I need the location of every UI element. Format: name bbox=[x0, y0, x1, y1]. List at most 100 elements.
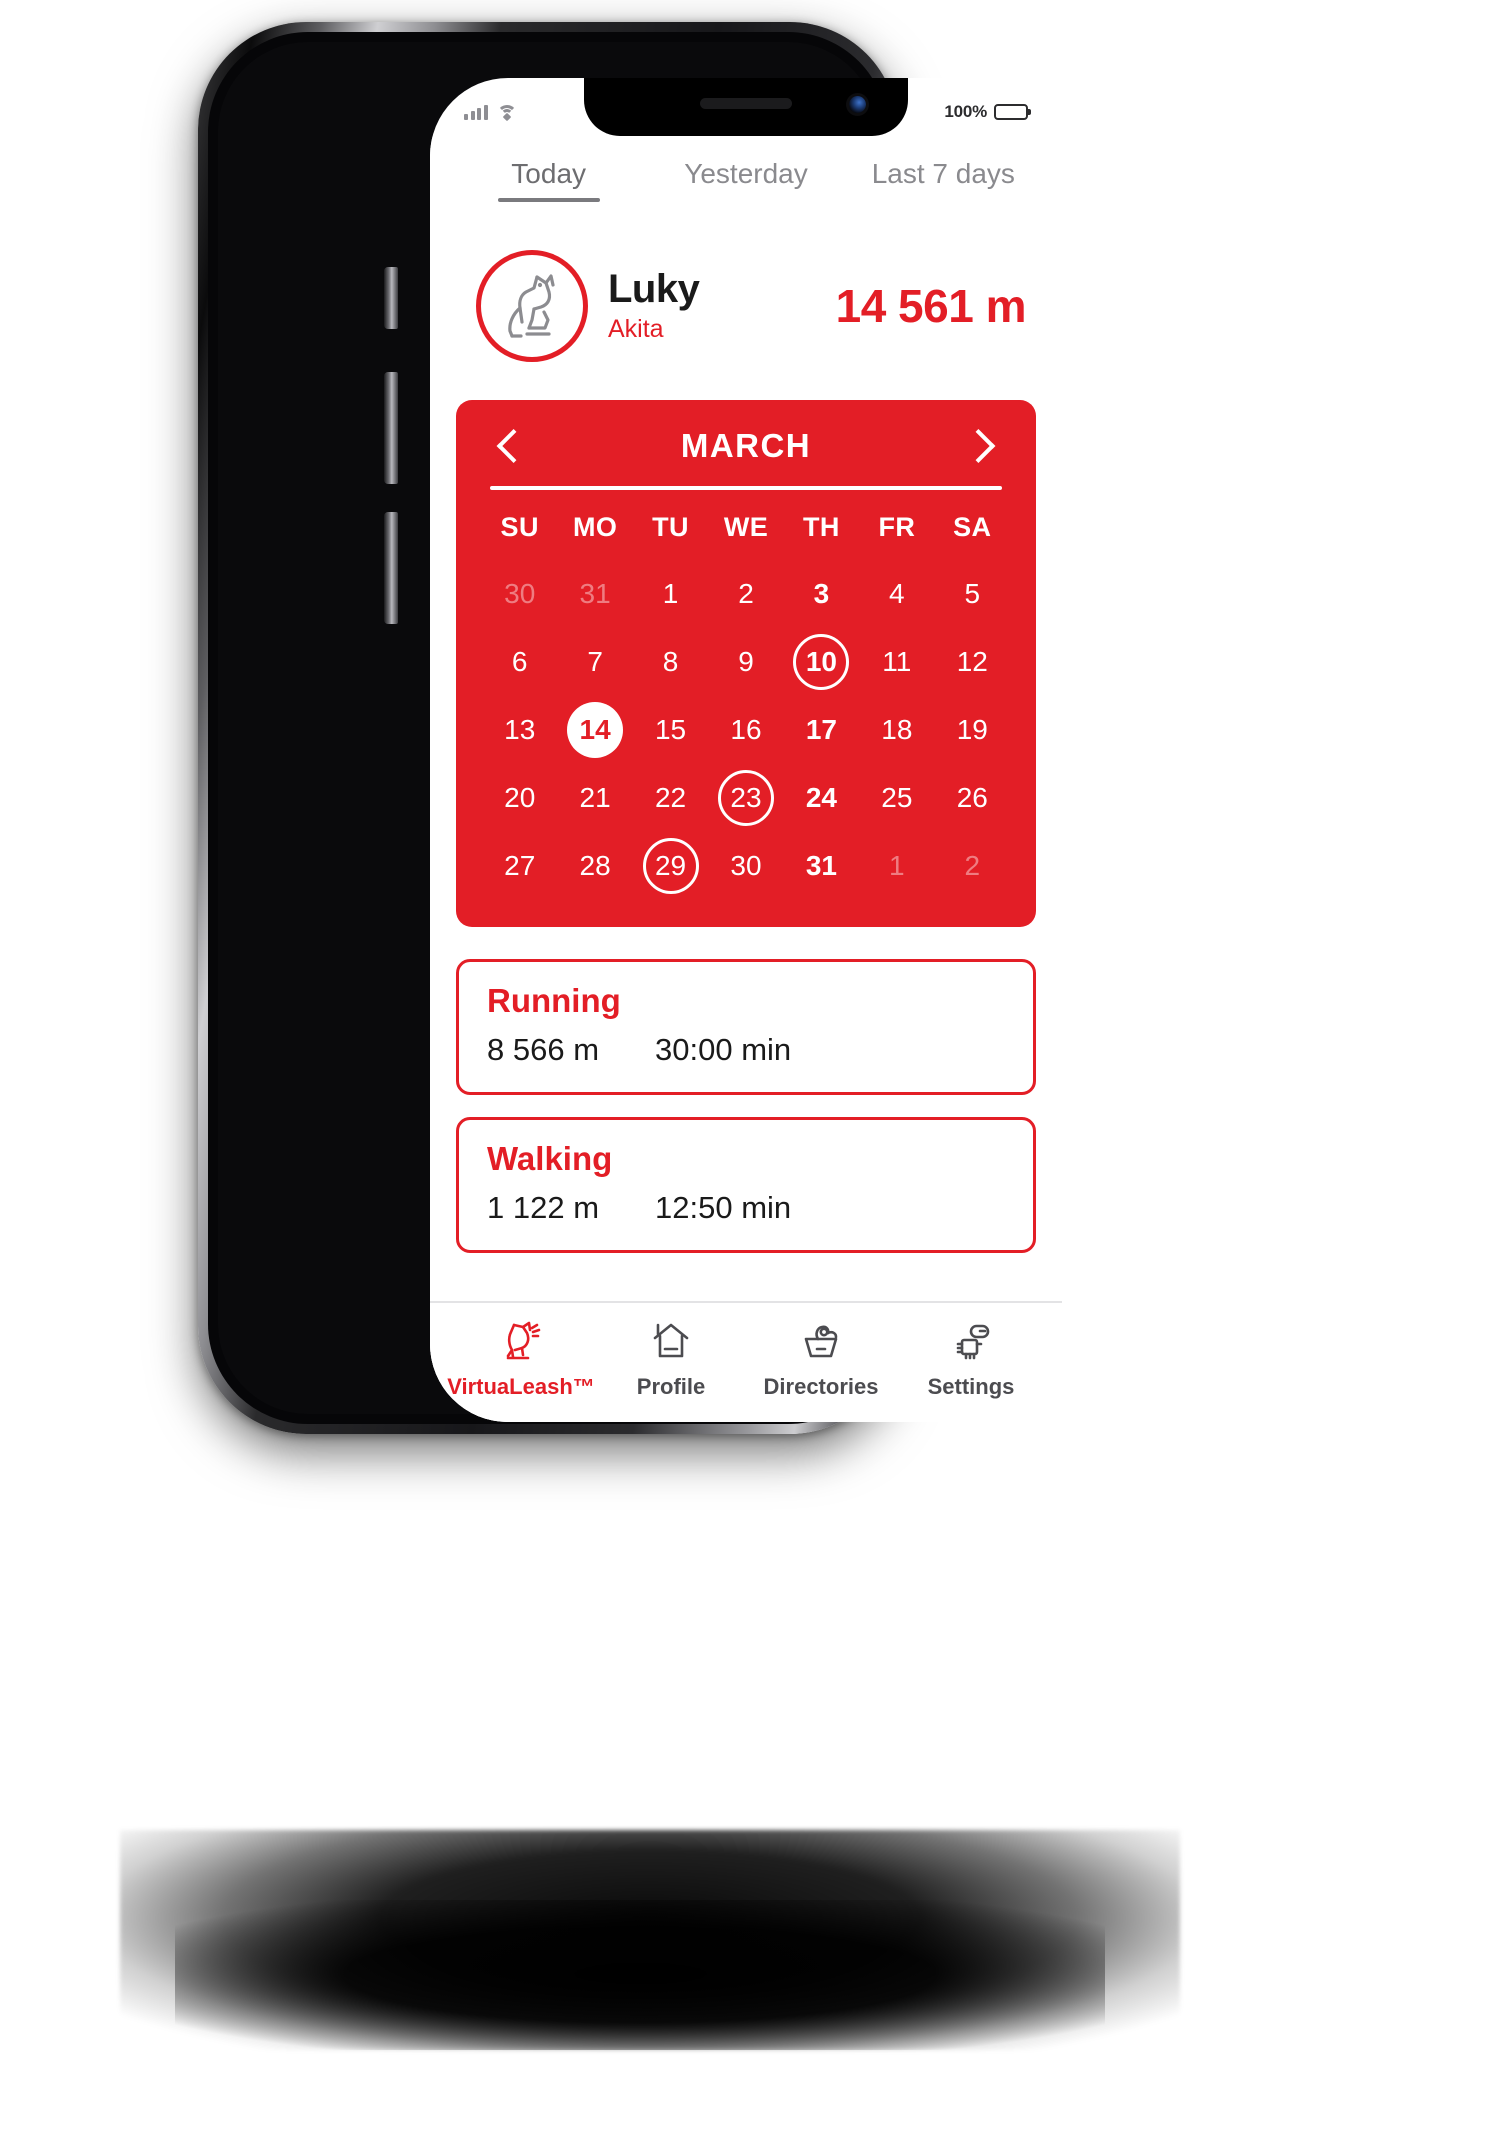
calendar-day-cell[interactable]: 18 bbox=[859, 699, 934, 761]
calendar-day-number: 22 bbox=[654, 782, 687, 813]
status-bar-right: 100% bbox=[944, 92, 1028, 122]
calendar-day-cell[interactable]: 15 bbox=[633, 699, 708, 761]
calendar-day-cell[interactable]: 22 bbox=[633, 767, 708, 829]
calendar-day-cell[interactable]: 24 bbox=[784, 767, 859, 829]
calendar-day-cell[interactable]: 2 bbox=[708, 563, 783, 625]
calendar-day-cell[interactable]: 1 bbox=[859, 835, 934, 897]
calendar-day-cell[interactable]: 10 bbox=[784, 631, 859, 693]
calendar-day-number: 25 bbox=[881, 782, 913, 813]
calendar-day-cell[interactable]: 7 bbox=[557, 631, 632, 693]
activity-duration: 12:50 min bbox=[655, 1190, 792, 1225]
weekday-header: MO bbox=[572, 512, 618, 542]
activity-stats: 1 122 m 12:50 min bbox=[487, 1190, 1005, 1226]
calendar-day-number: 16 bbox=[730, 714, 762, 745]
calendar-day-cell[interactable]: 6 bbox=[482, 631, 557, 693]
calendar-divider bbox=[490, 486, 1002, 490]
calendar-day-cell[interactable]: 9 bbox=[708, 631, 783, 693]
tab-today[interactable]: Today bbox=[450, 158, 647, 202]
battery-percent-label: 100% bbox=[944, 102, 987, 121]
calendar-day-number: 13 bbox=[504, 714, 536, 745]
chevron-right-icon[interactable] bbox=[962, 426, 1002, 466]
calendar-day-number: 4 bbox=[889, 578, 905, 609]
calendar-day-cell[interactable]: 3 bbox=[784, 563, 859, 625]
calendar-day-cell[interactable]: 23 bbox=[708, 767, 783, 829]
calendar-day-cell[interactable]: 21 bbox=[557, 767, 632, 829]
calendar-day-number: 11 bbox=[882, 646, 912, 677]
activity-card-walking[interactable]: Walking 1 122 m 12:50 min bbox=[456, 1117, 1036, 1253]
pet-name: Luky bbox=[608, 267, 700, 312]
nav-item-directories[interactable]: Directories bbox=[746, 1317, 896, 1400]
calendar-day-number: 27 bbox=[504, 850, 536, 881]
nav-item-profile[interactable]: Profile bbox=[596, 1317, 746, 1400]
phone-device-frame: 100% Today Yesterday Last 7 days Luky Ak… bbox=[198, 22, 1062, 1434]
activity-cards: Running 8 566 m 30:00 min Walking 1 122 … bbox=[430, 927, 1062, 1253]
calendar-day-cell[interactable]: 28 bbox=[557, 835, 632, 897]
calendar-day-cell[interactable]: 20 bbox=[482, 767, 557, 829]
chevron-left-icon[interactable] bbox=[490, 426, 530, 466]
calendar-day-number: 31 bbox=[579, 578, 611, 609]
calendar-day-cell[interactable]: 19 bbox=[935, 699, 1010, 761]
calendar-day-cell[interactable]: 13 bbox=[482, 699, 557, 761]
pet-summary-header: Luky Akita 14 561 m bbox=[430, 202, 1062, 362]
calendar-day-number: 21 bbox=[579, 782, 611, 813]
calendar-day-cell[interactable]: 12 bbox=[935, 631, 1010, 693]
chip-tag-icon bbox=[945, 1317, 997, 1365]
food-bowl-icon bbox=[795, 1317, 847, 1365]
calendar-day-cell[interactable]: 4 bbox=[859, 563, 934, 625]
calendar-day-cell[interactable]: 5 bbox=[935, 563, 1010, 625]
phone-screen: 100% Today Yesterday Last 7 days Luky Ak… bbox=[430, 78, 1062, 1422]
calendar-day-cell[interactable]: 29 bbox=[633, 835, 708, 897]
calendar-day-number: 9 bbox=[738, 646, 754, 677]
screenshot-canvas: 100% Today Yesterday Last 7 days Luky Ak… bbox=[0, 0, 1493, 2130]
weekday-header: WE bbox=[723, 512, 769, 542]
calendar-day-cell[interactable]: 17 bbox=[784, 699, 859, 761]
activity-distance: 1 122 m bbox=[487, 1190, 600, 1225]
calendar-day-number: 15 bbox=[654, 714, 687, 745]
weekday-header: SU bbox=[500, 512, 539, 542]
calendar-day-cell[interactable]: 26 bbox=[935, 767, 1010, 829]
total-distance-value: 14 561 m bbox=[835, 280, 1027, 332]
calendar-day-number: 24 bbox=[805, 782, 837, 813]
calendar-day-cell[interactable]: 11 bbox=[859, 631, 934, 693]
tab-last-7-days[interactable]: Last 7 days bbox=[845, 158, 1042, 202]
calendar-day-cell[interactable]: 25 bbox=[859, 767, 934, 829]
calendar-day-cell[interactable]: 27 bbox=[482, 835, 557, 897]
battery-icon bbox=[994, 104, 1028, 120]
volume-down-button[interactable] bbox=[384, 512, 398, 624]
calendar-day-cell[interactable]: 8 bbox=[633, 631, 708, 693]
calendar-day-cell[interactable]: 16 bbox=[708, 699, 783, 761]
mute-switch-button[interactable] bbox=[384, 267, 398, 329]
avatar[interactable] bbox=[476, 250, 588, 362]
cellular-signal-icon bbox=[464, 104, 488, 120]
calendar-day-cell[interactable]: 30 bbox=[482, 563, 557, 625]
calendar-day-cell[interactable]: 14 bbox=[557, 699, 632, 761]
volume-up-button[interactable] bbox=[384, 372, 398, 484]
calendar-day-cell[interactable]: 30 bbox=[708, 835, 783, 897]
earpiece-speaker bbox=[700, 98, 792, 109]
calendar-day-cell[interactable]: 31 bbox=[557, 563, 632, 625]
nav-item-virtualeash[interactable]: VirtuaLeash™ bbox=[446, 1317, 596, 1400]
tab-yesterday[interactable]: Yesterday bbox=[647, 158, 844, 202]
calendar-day-cell[interactable]: 2 bbox=[935, 835, 1010, 897]
activity-title: Walking bbox=[487, 1140, 613, 1177]
calendar-day-cell[interactable]: 1 bbox=[633, 563, 708, 625]
nav-label: Settings bbox=[927, 1374, 1015, 1399]
weekday-header: TH bbox=[803, 512, 840, 542]
calendar-day-number: 2 bbox=[964, 850, 981, 881]
app-content: Today Yesterday Last 7 days Luky Akita 1… bbox=[430, 136, 1062, 1422]
calendar-day-number: 23 bbox=[717, 770, 774, 826]
calendar-day-number: 18 bbox=[881, 714, 913, 745]
calendar-day-number: 20 bbox=[504, 782, 536, 813]
phone-drop-shadow-core bbox=[175, 1900, 1105, 2050]
dog-sitting-icon bbox=[508, 274, 555, 338]
calendar-day-number: 26 bbox=[956, 782, 988, 813]
activity-card-running[interactable]: Running 8 566 m 30:00 min bbox=[456, 959, 1036, 1095]
status-bar-left bbox=[464, 95, 517, 121]
nav-item-settings[interactable]: Settings bbox=[896, 1317, 1046, 1400]
calendar-month-label: MARCH bbox=[680, 427, 812, 464]
calendar-day-number: 19 bbox=[956, 714, 988, 745]
bottom-navigation-bar: VirtuaLeash™ Profile Directories Setting… bbox=[430, 1301, 1062, 1422]
calendar-grid: SU MO TU WE TH FR SA 30 31 1 2 3 4 5 6 7 8 9 10 11 12… bbox=[482, 512, 1010, 897]
calendar-day-cell[interactable]: 31 bbox=[784, 835, 859, 897]
calendar-day-number: 8 bbox=[662, 646, 679, 677]
